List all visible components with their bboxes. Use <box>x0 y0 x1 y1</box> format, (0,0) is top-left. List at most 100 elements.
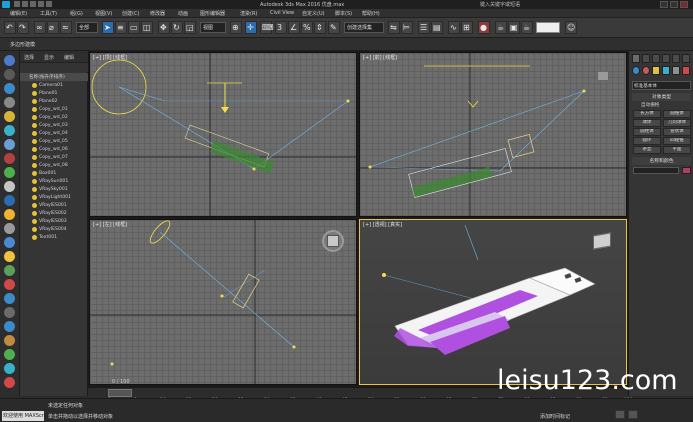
display-dependents-icon[interactable] <box>4 377 15 388</box>
search-box[interactable]: 键入关键字或短语 <box>480 1 520 8</box>
menu-group[interactable]: 组(G) <box>70 10 83 17</box>
move-button[interactable]: ✥ <box>158 21 170 34</box>
display-tab-icon[interactable] <box>672 54 680 63</box>
rotate-button[interactable]: ↻ <box>171 21 183 34</box>
maxscript-listener[interactable]: 欢迎使用 MAXScript。 <box>2 411 55 421</box>
percent-snap-button[interactable]: % <box>301 21 313 34</box>
menu-views[interactable]: 视图(V) <box>95 10 112 17</box>
visibility-icon[interactable] <box>32 195 37 200</box>
sphere-button[interactable]: 球体 <box>633 119 661 127</box>
layer-manager-button[interactable]: ☰ <box>418 21 430 34</box>
new-file-icon[interactable] <box>14 1 20 7</box>
select-manipulate-button[interactable]: ✛ <box>245 21 257 34</box>
select-icon[interactable] <box>4 55 15 66</box>
helpers-category-icon[interactable] <box>672 66 680 75</box>
tab-edit[interactable]: 编辑 <box>64 54 74 61</box>
curve-editor-button[interactable]: ∿ <box>448 21 460 34</box>
menu-graph-editors[interactable]: 图形编辑器 <box>200 10 225 17</box>
object-name-field[interactable] <box>633 167 679 174</box>
select-object-button[interactable]: ➤ <box>102 21 114 34</box>
menu-edit[interactable]: 编辑(E) <box>10 10 27 17</box>
menu-help[interactable]: 帮助(H) <box>362 10 380 17</box>
material-editor-button[interactable]: ● <box>478 21 490 34</box>
display-children-icon[interactable] <box>4 349 15 360</box>
auto-grid-checkbox[interactable]: 自动栅格 <box>641 102 691 109</box>
groups-icon[interactable] <box>4 167 15 178</box>
list-item[interactable]: Copy_wd_08 <box>20 162 88 170</box>
invert-filter-icon[interactable] <box>4 279 15 290</box>
time-slider-handle[interactable] <box>108 389 132 397</box>
cylinder-button[interactable]: 圆柱体 <box>633 128 661 136</box>
menu-create[interactable]: 创建(C) <box>122 10 139 17</box>
layers-filter-icon[interactable] <box>4 335 15 346</box>
teapot-button[interactable]: 茶壶 <box>633 146 661 154</box>
play-animation-button[interactable] <box>615 410 625 419</box>
tab-select[interactable]: 选择 <box>24 54 34 61</box>
cone-button[interactable]: 圆锥体 <box>663 110 691 118</box>
sort-icon[interactable] <box>4 307 15 318</box>
list-item[interactable]: VRayIES003 <box>20 218 88 226</box>
cameras-category-icon[interactable] <box>662 66 670 75</box>
viewport-left[interactable]: [+] [左] [线框] 0 / 100 <box>89 219 357 385</box>
object-type-rollout[interactable]: 对象类型 <box>632 93 691 101</box>
list-item[interactable]: Plane02 <box>20 98 88 106</box>
lights-category-icon[interactable] <box>652 66 660 75</box>
add-time-tag[interactable]: 添加时间标记 <box>540 413 570 420</box>
menu-animation[interactable]: 动画 <box>178 10 188 17</box>
list-item[interactable]: Text001 <box>20 234 88 242</box>
list-item[interactable]: VRayIES004 <box>20 226 88 234</box>
tube-button[interactable]: 管状体 <box>663 128 691 136</box>
named-selection-sets-dropdown[interactable]: 创建选择集 <box>344 22 384 33</box>
list-item[interactable]: VRaySun001 <box>20 178 88 186</box>
visibility-icon[interactable] <box>32 99 37 104</box>
render-production-button[interactable]: ☕ <box>521 21 533 34</box>
geometry-icon[interactable] <box>4 83 15 94</box>
display-influences-icon[interactable] <box>4 363 15 374</box>
hierarchy-tab-icon[interactable] <box>652 54 660 63</box>
all-filters-icon[interactable] <box>4 251 15 262</box>
visibility-icon[interactable] <box>32 139 37 144</box>
select-by-name-button[interactable]: ≡ <box>115 21 127 34</box>
align-button[interactable]: ⊨ <box>401 21 413 34</box>
frozen-icon[interactable] <box>4 223 15 234</box>
scale-button[interactable]: ◲ <box>184 21 196 34</box>
mirror-button[interactable]: ⇋ <box>388 21 400 34</box>
object-color-swatch[interactable] <box>682 167 691 174</box>
list-item[interactable]: Copy_wd_01 <box>20 106 88 114</box>
object-xrefs-icon[interactable] <box>4 181 15 192</box>
rect-selection-button[interactable]: ▭ <box>128 21 140 34</box>
ad-sign-in-button[interactable]: ☺ <box>565 21 577 34</box>
ribbon-tab-polygon-modeling[interactable]: 多边形建模 <box>10 41 35 48</box>
list-item[interactable]: Copy_wd_05 <box>20 138 88 146</box>
angle-snap-button[interactable]: ∠ <box>288 21 300 34</box>
redo-icon[interactable] <box>46 1 52 7</box>
none-filter-icon[interactable] <box>4 265 15 276</box>
cameras-icon[interactable] <box>4 125 15 136</box>
display-none-icon[interactable] <box>4 69 15 80</box>
sync-selection-icon[interactable] <box>4 321 15 332</box>
visibility-icon[interactable] <box>32 235 37 240</box>
visibility-icon[interactable] <box>32 211 37 216</box>
bone-objects-icon[interactable] <box>4 195 15 206</box>
visibility-icon[interactable] <box>32 131 37 136</box>
close-button[interactable] <box>680 1 688 8</box>
spacewarps-category-icon[interactable] <box>682 66 690 75</box>
maximize-button[interactable] <box>670 1 678 8</box>
bind-space-warp-button[interactable]: ≈ <box>60 21 72 34</box>
list-item[interactable]: Plane01 <box>20 90 88 98</box>
spinner-snap-button[interactable]: ⇕ <box>314 21 326 34</box>
tab-display[interactable]: 显示 <box>44 54 54 61</box>
motion-tab-icon[interactable] <box>662 54 670 63</box>
edit-named-selection-button[interactable]: ✎ <box>328 21 340 34</box>
selection-filter-dropdown[interactable]: 全部 <box>76 22 98 33</box>
graphite-tools-button[interactable]: ▤ <box>431 21 443 34</box>
visibility-icon[interactable] <box>32 91 37 96</box>
torus-button[interactable]: 圆环 <box>633 137 661 145</box>
render-setup-button[interactable]: ☕ <box>495 21 507 34</box>
open-file-icon[interactable] <box>22 1 28 7</box>
save-file-icon[interactable] <box>30 1 36 7</box>
visibility-icon[interactable] <box>32 227 37 232</box>
utilities-tab-icon[interactable] <box>682 54 690 63</box>
plane-button[interactable]: 平面 <box>663 146 691 154</box>
visibility-icon[interactable] <box>32 187 37 192</box>
